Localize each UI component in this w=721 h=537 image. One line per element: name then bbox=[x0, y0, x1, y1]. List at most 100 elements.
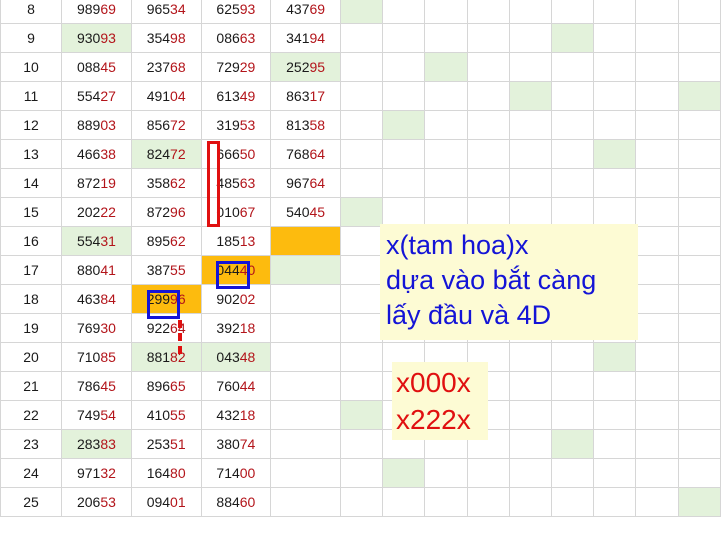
empty-cell bbox=[339, 429, 384, 459]
number-head: 971 bbox=[76, 465, 101, 481]
empty-cell bbox=[635, 284, 679, 314]
number-cell: 89562 bbox=[130, 226, 202, 256]
empty-cell bbox=[339, 226, 384, 256]
number-cell bbox=[270, 458, 341, 488]
empty-cell bbox=[382, 23, 426, 53]
blue-annotation-line-3: lấy đầu và 4D bbox=[386, 300, 552, 330]
number-tail: 18 bbox=[239, 320, 256, 336]
hit-cell bbox=[339, 0, 384, 24]
number-head: 466 bbox=[76, 146, 101, 162]
number-cell: 38755 bbox=[130, 255, 202, 285]
empty-cell bbox=[635, 197, 679, 227]
number-head: 432 bbox=[216, 407, 240, 423]
number-tail: 60 bbox=[239, 494, 256, 510]
number-cell: 18513 bbox=[200, 226, 272, 256]
number-cell: 38074 bbox=[200, 429, 272, 459]
number-head: 206 bbox=[76, 494, 101, 510]
number-head: 729 bbox=[216, 59, 240, 75]
row-index: 14 bbox=[0, 168, 63, 198]
empty-cell bbox=[508, 168, 553, 198]
number-cell: 71085 bbox=[61, 342, 132, 372]
table-row: 10 08845 23768 72929 25295 bbox=[0, 52, 721, 82]
empty-cell bbox=[635, 110, 679, 140]
number-tail: 54 bbox=[100, 407, 116, 423]
empty-cell bbox=[677, 429, 721, 459]
empty-cell bbox=[339, 23, 384, 53]
number-tail: 53 bbox=[100, 494, 116, 510]
number-cell: 35498 bbox=[130, 23, 202, 53]
empty-cell bbox=[677, 400, 721, 430]
empty-cell bbox=[635, 429, 679, 459]
number-head: 380 bbox=[216, 436, 240, 452]
number-tail: 30 bbox=[100, 320, 116, 336]
empty-cell bbox=[551, 487, 595, 517]
row-index: 13 bbox=[0, 139, 63, 169]
number-cell: 74954 bbox=[61, 400, 132, 430]
number-tail: 64 bbox=[309, 175, 326, 191]
table-row: 11 55427 49104 61349 86317 bbox=[0, 81, 721, 111]
number-head: 813 bbox=[286, 117, 310, 133]
number-cell: 20653 bbox=[61, 487, 132, 517]
number-tail: 29 bbox=[239, 59, 256, 75]
hit-cell bbox=[551, 23, 595, 53]
number-head: 387 bbox=[146, 262, 171, 278]
table-row: 25 20653 09401 88460 bbox=[0, 487, 721, 517]
number-cell: 93093 bbox=[61, 23, 132, 53]
table-row: 23 28383 25351 38074 bbox=[0, 429, 721, 459]
blue-annotation: x(tam hoa)x dựa vào bắt càng lấy đầu và … bbox=[380, 224, 638, 340]
number-cell: 76044 bbox=[200, 371, 272, 401]
number-head: 768 bbox=[286, 146, 310, 162]
number-tail: 01 bbox=[170, 494, 186, 510]
number-tail: 27 bbox=[100, 88, 116, 104]
number-head: 094 bbox=[146, 494, 171, 510]
row-index: 16 bbox=[0, 226, 63, 256]
empty-cell bbox=[677, 110, 721, 140]
number-head: 965 bbox=[146, 1, 171, 17]
empty-cell bbox=[551, 0, 595, 24]
number-tail: 45 bbox=[100, 59, 116, 75]
number-cell: 39218 bbox=[200, 313, 272, 343]
empty-cell bbox=[508, 487, 553, 517]
empty-cell bbox=[339, 458, 384, 488]
number-head: 967 bbox=[286, 175, 310, 191]
empty-cell bbox=[677, 313, 721, 343]
empty-cell bbox=[551, 371, 595, 401]
empty-cell bbox=[551, 110, 595, 140]
number-cell: 55427 bbox=[61, 81, 132, 111]
number-head: 185 bbox=[216, 233, 240, 249]
number-cell: 82472 bbox=[130, 139, 202, 169]
empty-cell bbox=[551, 52, 595, 82]
number-tail: 55 bbox=[170, 262, 186, 278]
row-index: 23 bbox=[0, 429, 63, 459]
number-head: 930 bbox=[76, 30, 101, 46]
number-cell: 62593 bbox=[200, 0, 272, 24]
number-head: 463 bbox=[76, 291, 101, 307]
number-tail: 41 bbox=[100, 262, 116, 278]
empty-cell bbox=[551, 139, 595, 169]
number-tail: 67 bbox=[239, 204, 256, 220]
empty-cell bbox=[466, 139, 510, 169]
blue-annotation-line-2: dựa vào bắt càng bbox=[386, 265, 597, 295]
empty-cell bbox=[424, 458, 468, 488]
number-head: 714 bbox=[216, 465, 240, 481]
number-cell: 87219 bbox=[61, 168, 132, 198]
number-tail: 32 bbox=[100, 465, 116, 481]
number-tail: 45 bbox=[309, 204, 326, 220]
empty-cell bbox=[635, 313, 679, 343]
empty-cell bbox=[466, 23, 510, 53]
empty-cell bbox=[508, 23, 553, 53]
number-head: 872 bbox=[76, 175, 101, 191]
empty-cell bbox=[551, 458, 595, 488]
row-index: 9 bbox=[0, 23, 63, 53]
table-row: 20 71085 88182 04348 bbox=[0, 342, 721, 372]
row-index: 24 bbox=[0, 458, 63, 488]
number-head: 358 bbox=[146, 175, 171, 191]
number-tail: 84 bbox=[100, 291, 116, 307]
number-head: 252 bbox=[286, 59, 310, 75]
empty-cell bbox=[635, 168, 679, 198]
number-cell: 81358 bbox=[270, 110, 341, 140]
empty-cell bbox=[424, 23, 468, 53]
number-tail: 44 bbox=[239, 378, 256, 394]
number-head: 341 bbox=[286, 30, 310, 46]
empty-cell bbox=[466, 52, 510, 82]
